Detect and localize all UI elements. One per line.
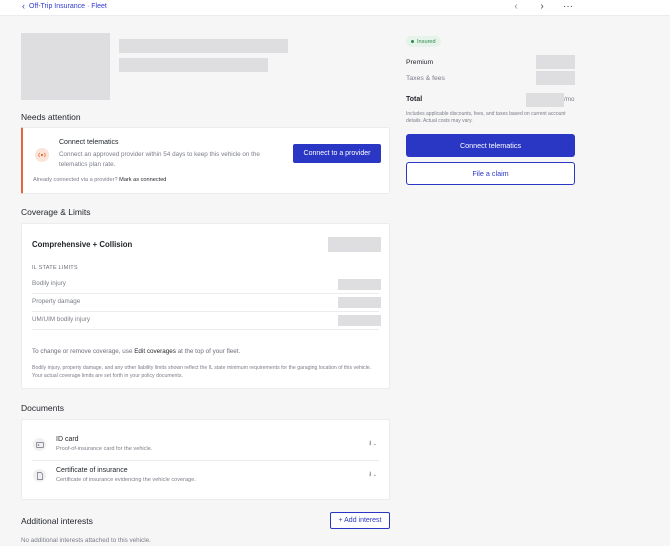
limit-property-damage: Property damage: [32, 298, 81, 305]
download-button[interactable]: ⭳ ⌄: [369, 470, 377, 481]
plan-price-placeholder: [328, 237, 381, 252]
coverage-card: Comprehensive + Collision IL STATE LIMIT…: [21, 223, 390, 389]
breadcrumb-label: Off-Trip Insurance · Fleet: [29, 3, 107, 10]
document-icon: [33, 469, 46, 482]
next-record-button[interactable]: ›: [536, 1, 548, 12]
footer-prompt: Already connected via a provider?: [33, 177, 118, 183]
change-text-pre: To change or remove coverage, use: [32, 348, 133, 355]
file-claim-button[interactable]: File a claim: [406, 162, 575, 185]
divider: [32, 293, 379, 294]
breadcrumb[interactable]: ‹ Off-Trip Insurance · Fleet: [22, 1, 107, 11]
edit-coverages-link[interactable]: Edit coverages: [134, 348, 176, 355]
coverage-heading: Coverage & Limits: [21, 207, 91, 217]
telematics-card-title: Connect telematics: [59, 139, 119, 146]
record-nav: ‹ › ···: [510, 1, 574, 12]
limit-um-uim-value: [338, 315, 381, 326]
additional-interests-empty: No additional interests attached to this…: [21, 537, 151, 544]
vehicle-title-placeholder: [119, 39, 288, 53]
document-desc: Proof-of-insurance card for the vehicle.: [56, 446, 153, 452]
vehicle-image-placeholder: [21, 33, 110, 100]
telematics-card-footer: Already connected via a provider? Mark a…: [33, 177, 166, 183]
download-button[interactable]: ⭳ ⌄: [369, 439, 377, 450]
prev-record-button[interactable]: ‹: [510, 1, 522, 12]
status-text: Insured: [417, 38, 436, 45]
change-text-post: at the top of your fleet.: [177, 348, 241, 355]
connect-telematics-button[interactable]: Connect telematics: [406, 134, 575, 157]
premium-label: Premium: [406, 59, 434, 66]
limit-bodily-injury-value: [338, 279, 381, 290]
total-suffix: /mo: [564, 96, 575, 103]
taxes-value-placeholder: [536, 71, 575, 85]
limit-um-uim: UM/UIM bodily injury: [32, 316, 91, 323]
documents-heading: Documents: [21, 403, 64, 413]
document-row[interactable]: Certificate of insurance Certificate of …: [22, 461, 389, 491]
top-bar: ‹ Off-Trip Insurance · Fleet ‹ › ···: [0, 0, 670, 16]
vehicle-subtitle-placeholder: [119, 58, 268, 72]
coverage-disclaimer: Bodily injury, property damage, and any …: [32, 365, 372, 379]
change-coverage-note: To change or remove coverage, use Edit c…: [32, 348, 240, 355]
divider: [32, 329, 379, 330]
documents-card: ID card Proof-of-insurance card for the …: [21, 419, 390, 500]
limit-bodily-injury: Bodily injury: [32, 280, 66, 287]
more-options-button[interactable]: ···: [562, 1, 574, 12]
telematics-icon: [35, 148, 49, 162]
premium-value-placeholder: [536, 55, 575, 69]
connect-provider-button[interactable]: Connect to a provider: [293, 144, 381, 163]
document-name: ID card: [56, 436, 79, 443]
chevron-down-icon: ⌄: [371, 441, 377, 447]
pricing-note: Includes applicable discounts, fees, and…: [406, 111, 566, 124]
coverage-plan-name: Comprehensive + Collision: [32, 240, 133, 249]
needs-attention-heading: Needs attention: [21, 112, 81, 122]
id-card-icon: [33, 438, 46, 451]
document-row[interactable]: ID card Proof-of-insurance card for the …: [22, 430, 389, 460]
divider: [32, 311, 379, 312]
state-limits-label: IL STATE LIMITS: [32, 265, 78, 271]
additional-interests-heading: Additional interests: [21, 516, 93, 526]
status-badge: Insured: [406, 36, 441, 47]
document-name: Certificate of insurance: [56, 467, 128, 474]
chevron-down-icon: ⌄: [371, 472, 377, 478]
status-dot-icon: [411, 40, 414, 43]
add-interest-button[interactable]: + Add interest: [330, 512, 390, 529]
telematics-card-body: Connect an approved provider within 54 d…: [59, 151, 260, 168]
chevron-left-icon: ‹: [22, 1, 25, 11]
telematics-alert-card: Connect telematics Connect an approved p…: [21, 127, 390, 194]
total-label: Total: [406, 96, 423, 103]
mark-connected-link[interactable]: Mark as connected: [119, 177, 166, 183]
total-value-placeholder: [526, 93, 564, 107]
taxes-label: Taxes & fees: [406, 75, 445, 82]
document-desc: Certificate of insurance evidencing the …: [56, 477, 196, 483]
limit-property-damage-value: [338, 297, 381, 308]
